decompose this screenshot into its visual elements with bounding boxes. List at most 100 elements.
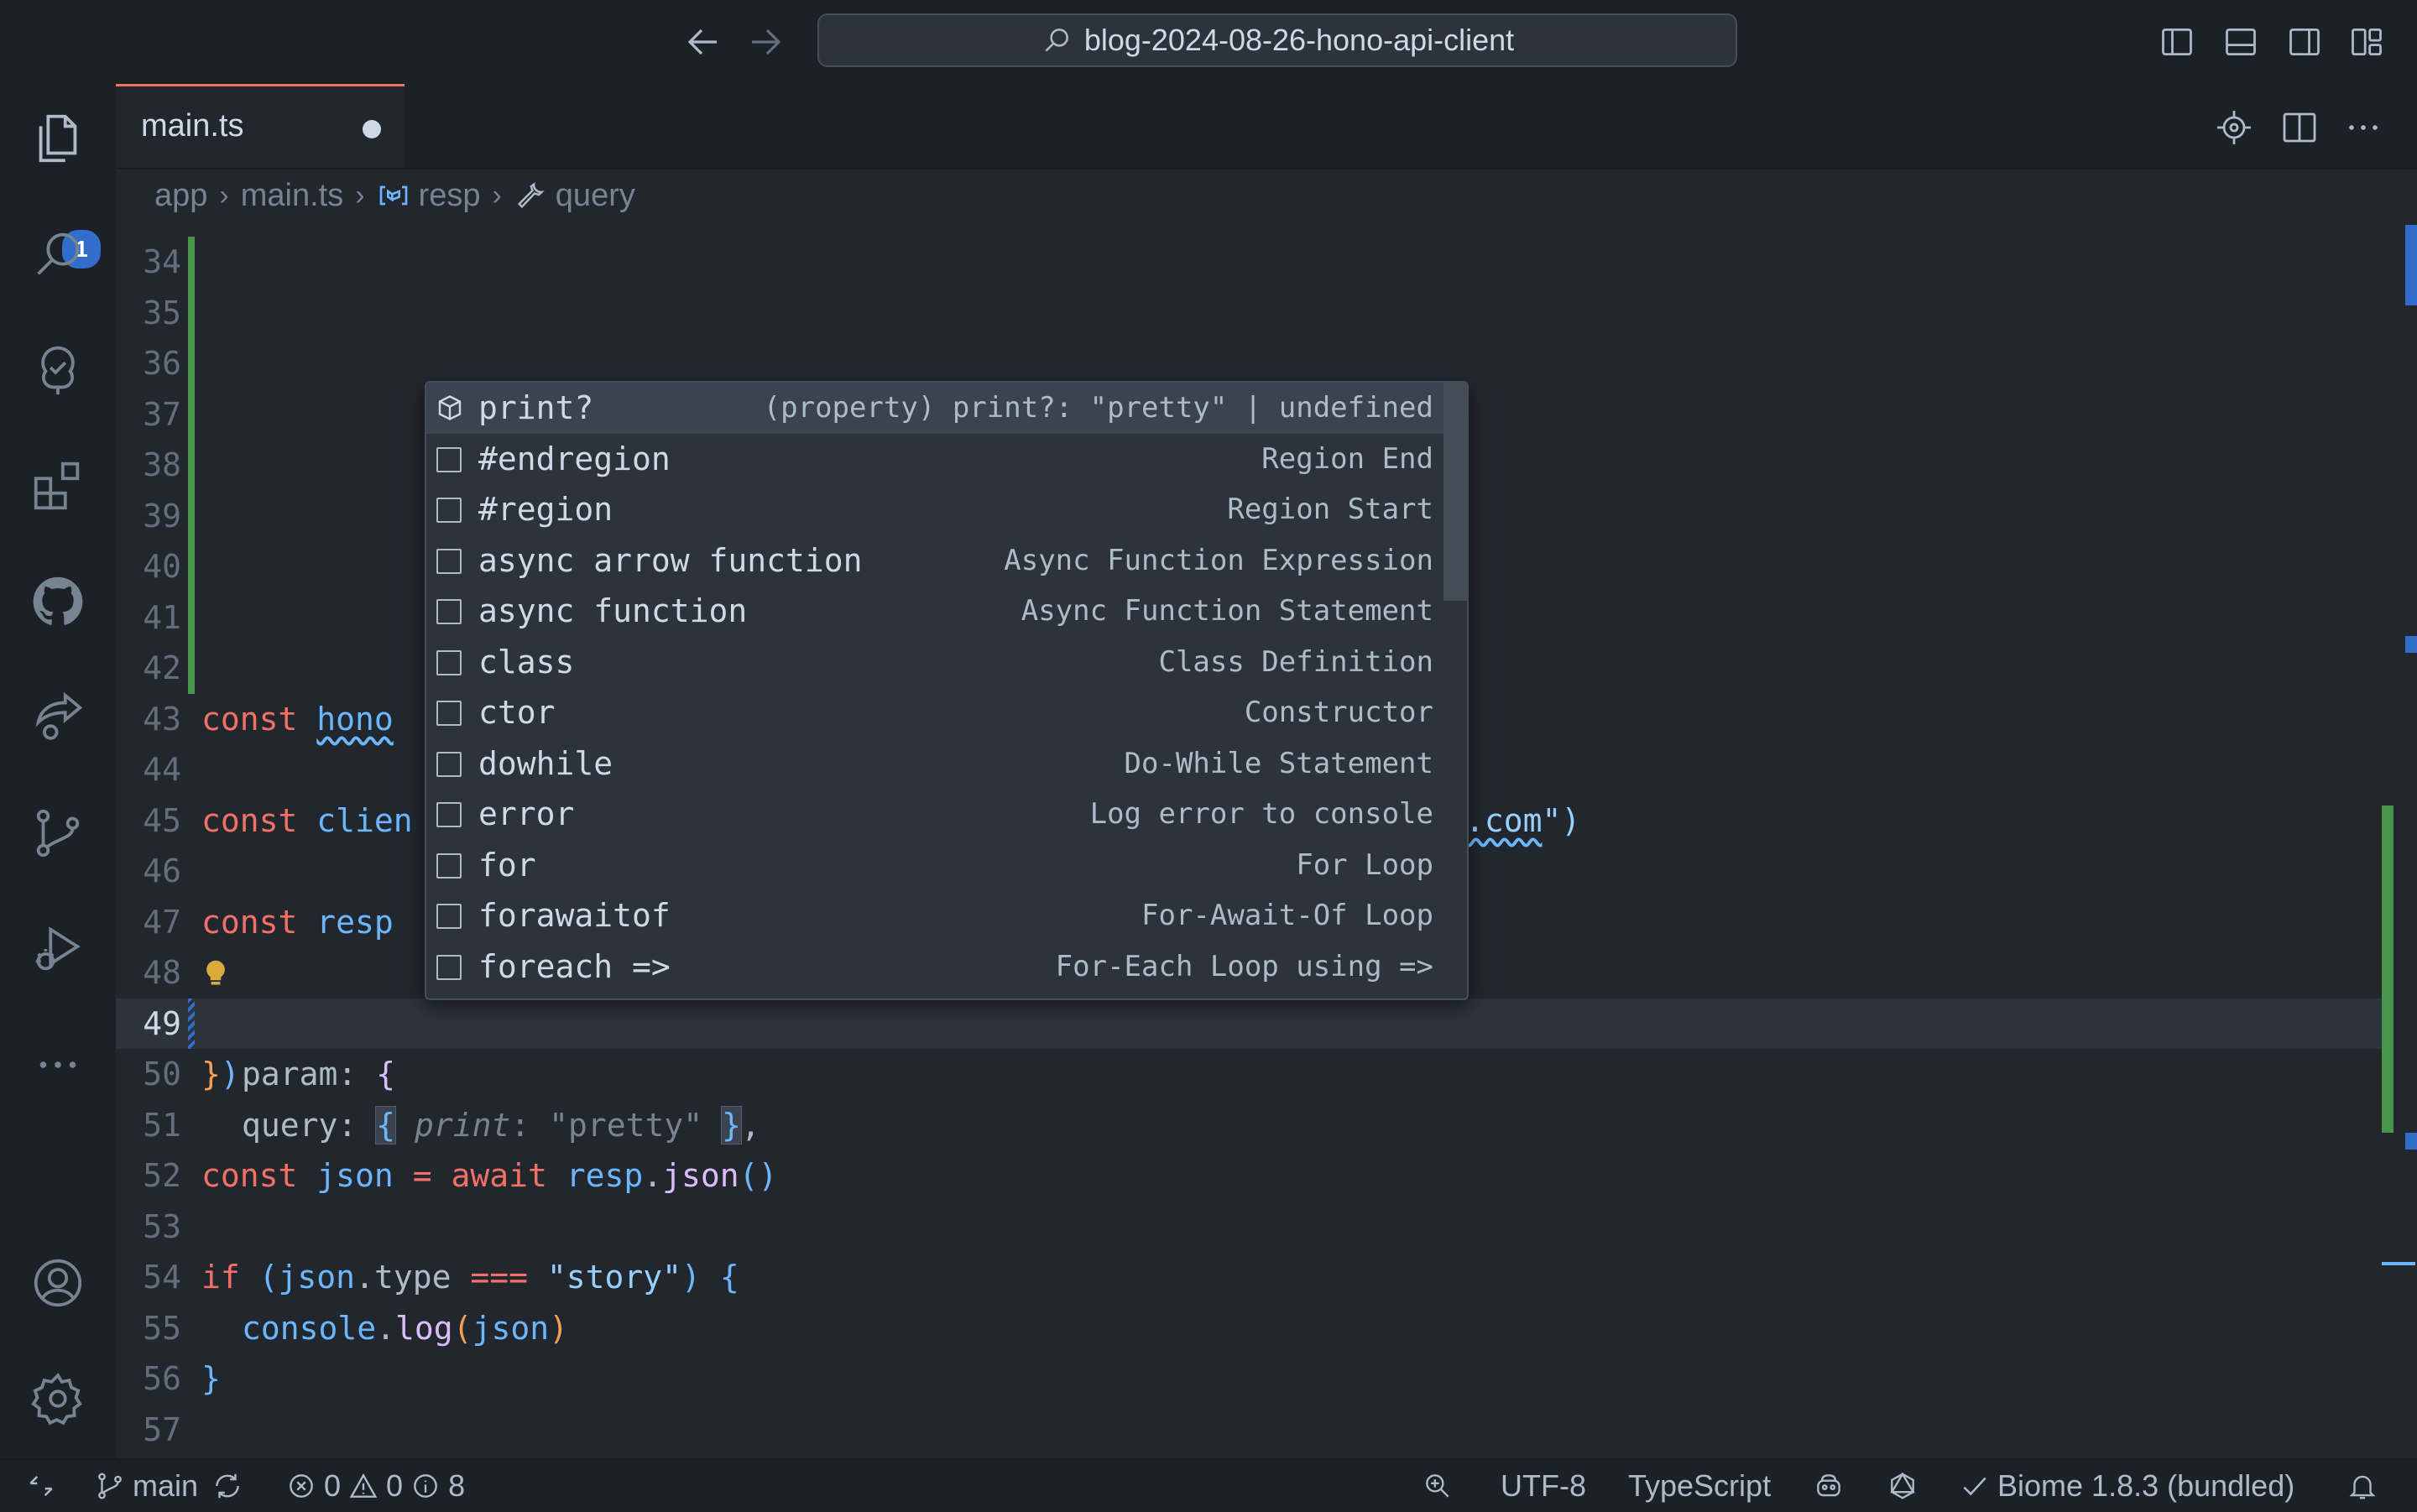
github-icon[interactable] <box>29 572 87 631</box>
line-number: 39 <box>143 497 181 534</box>
line-number: 48 <box>143 954 181 991</box>
suggestion-label: #region <box>478 491 613 528</box>
encoding-status[interactable]: UTF-8 <box>1501 1468 1586 1504</box>
added-line-marker <box>188 643 195 694</box>
toggle-secondary-sidebar-icon[interactable] <box>2286 23 2323 60</box>
activity-bar: 1 <box>0 84 117 1458</box>
command-center-label: blog-2024-08-26-hono-api-client <box>1083 23 1515 57</box>
suggestion-item[interactable]: dowhile Do-While Statement <box>426 738 1443 790</box>
settings-gear-icon[interactable] <box>29 1369 87 1428</box>
run-debug-icon[interactable] <box>29 920 87 978</box>
line-number: 37 <box>143 395 181 433</box>
git-branch-status[interactable]: main <box>94 1468 243 1504</box>
zoom-icon[interactable] <box>1422 1468 1454 1504</box>
suggestion-item[interactable]: #region Region Start <box>426 484 1443 535</box>
suggestion-item[interactable]: class Class Definition <box>426 637 1443 688</box>
code-token: const <box>201 1157 298 1194</box>
suggestion-item[interactable]: ctor Constructor <box>426 687 1443 738</box>
line-number: 45 <box>143 801 181 839</box>
tree-extension-icon[interactable] <box>29 341 87 399</box>
tab-main-ts[interactable]: main.ts <box>116 84 405 168</box>
suggestion-item[interactable]: forawaitof For-Await-Of Loop <box>426 890 1443 941</box>
live-share-icon[interactable] <box>29 688 87 747</box>
code-line: 53 <box>116 1202 2382 1253</box>
line-number: 54 <box>143 1259 181 1296</box>
language-mode-status[interactable]: TypeScript <box>1628 1468 1771 1504</box>
extensions-icon[interactable] <box>29 456 87 515</box>
overview-ruler-mark <box>2405 636 2417 653</box>
suggestion-label: foreach => <box>478 947 671 985</box>
graphql-icon[interactable] <box>1887 1468 1918 1504</box>
more-views-icon[interactable] <box>29 1035 87 1094</box>
code-token: . <box>643 1157 663 1194</box>
snippet-icon <box>436 446 462 472</box>
split-editor-icon[interactable] <box>2279 107 2320 148</box>
accounts-icon[interactable] <box>29 1254 87 1312</box>
search-icon[interactable] <box>29 225 87 284</box>
breadcrumb-file[interactable]: main.ts <box>241 178 343 214</box>
code-token: .com <box>1465 801 1543 839</box>
added-line-marker <box>188 388 195 440</box>
overview-ruler-mark <box>2405 225 2417 305</box>
breadcrumb-symbol-resp[interactable]: resp <box>419 178 481 214</box>
biome-status[interactable]: Biome 1.8.3 (bundled) <box>1959 1468 2294 1504</box>
line-number: 51 <box>143 1106 181 1144</box>
toggle-panel-icon[interactable] <box>2222 23 2259 60</box>
customize-layout-icon[interactable] <box>2348 23 2385 60</box>
suggestion-item[interactable]: async arrow function Async Function Expre… <box>426 535 1443 587</box>
info-count: 8 <box>448 1468 466 1503</box>
remote-indicator-icon[interactable] <box>25 1468 57 1504</box>
code-token: { <box>719 1259 739 1296</box>
breadcrumb-folder[interactable]: app <box>154 178 207 214</box>
added-line-marker <box>188 287 195 338</box>
source-control-icon[interactable] <box>29 804 87 863</box>
code-line: 54 if (json.type === "story") { <box>116 1252 2382 1303</box>
suggestion-detail: Async Function Expression <box>1004 543 1433 577</box>
suggestion-detail: Region Start <box>1227 493 1433 526</box>
code-line: 52 const json = await resp.json() <box>116 1150 2382 1202</box>
suggestion-label: ctor <box>478 694 556 731</box>
sync-icon[interactable] <box>211 1470 243 1502</box>
line-number: 40 <box>143 548 181 585</box>
suggestion-label: forawaitof <box>478 897 671 934</box>
snippet-icon <box>436 649 462 675</box>
suggestion-item[interactable]: print? (property) print?: "pretty" | und… <box>426 383 1443 434</box>
forward-arrow-icon[interactable] <box>745 22 786 62</box>
suggestion-label: print? <box>478 389 594 426</box>
unsaved-dot-icon[interactable] <box>363 120 381 138</box>
code-line-current: 49 query: { print: "pretty" }, <box>116 998 2382 1144</box>
code-token: json <box>316 1157 394 1194</box>
added-line-marker <box>188 541 195 592</box>
snippet-icon <box>436 852 462 879</box>
code-token: json <box>662 1157 739 1194</box>
suggestion-item[interactable]: error Log error to console <box>426 789 1443 840</box>
command-center[interactable]: blog-2024-08-26-hono-api-client <box>817 13 1737 67</box>
suggestion-detail: Region End <box>1261 441 1433 476</box>
back-arrow-icon[interactable] <box>683 22 723 62</box>
overview-ruler-mark <box>2405 1133 2417 1150</box>
line-number: 35 <box>143 294 181 331</box>
toggle-primary-sidebar-icon[interactable] <box>2159 23 2195 60</box>
code-token: "story" <box>546 1259 682 1296</box>
code-line: 51 <box>116 1100 2382 1151</box>
added-line-marker <box>188 592 195 643</box>
chevron-right-icon: › <box>219 179 229 211</box>
warning-count: 0 <box>386 1468 404 1503</box>
suggest-scrollbar[interactable] <box>1443 383 1467 601</box>
suggest-widget[interactable]: print? (property) print?: "pretty" | und… <box>425 381 1469 1000</box>
lightbulb-icon[interactable] <box>203 959 228 989</box>
suggestion-detail: Class Definition <box>1158 644 1433 679</box>
code-token: if <box>201 1259 240 1296</box>
notifications-bell-icon[interactable] <box>2347 1468 2378 1504</box>
open-changes-icon[interactable] <box>2214 107 2254 148</box>
breadcrumb-symbol-query[interactable]: query <box>556 178 635 214</box>
more-actions-icon[interactable] <box>2343 107 2383 148</box>
explorer-files-icon[interactable] <box>29 109 87 168</box>
suggestion-item[interactable]: #endregion Region End <box>426 434 1443 485</box>
suggestion-item[interactable]: for For Loop <box>426 840 1443 891</box>
code-token: const <box>201 903 298 941</box>
suggestion-item[interactable]: foreach => For-Each Loop using => <box>426 941 1443 993</box>
problems-status[interactable]: 0 0 8 <box>285 1468 465 1504</box>
suggestion-item[interactable]: async function Async Function Statement <box>426 586 1443 637</box>
copilot-icon[interactable] <box>1813 1468 1845 1504</box>
